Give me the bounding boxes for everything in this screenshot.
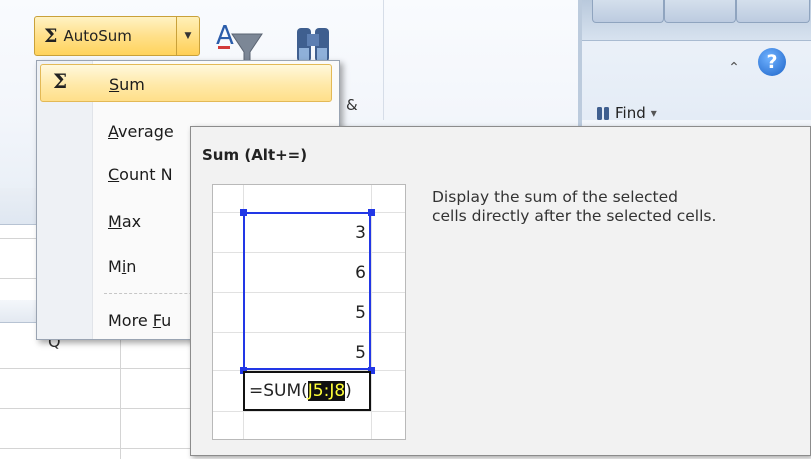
window-title-strip [582, 0, 811, 41]
window-control[interactable] [592, 0, 664, 23]
formula-range-ref: J5:J8 [307, 381, 346, 401]
window-control[interactable] [664, 0, 736, 23]
menu-item-label: More Fu [108, 311, 172, 330]
chevron-down-icon: ▼ [184, 31, 192, 41]
sigma-icon: Σ [44, 25, 58, 47]
autosum-label: AutoSum [63, 27, 132, 45]
selection-handle [368, 209, 375, 216]
cell-value: 6 [355, 263, 366, 283]
autosum-button[interactable]: Σ AutoSum [34, 16, 175, 56]
find-label: Find [615, 104, 646, 122]
menu-item-label: Average [108, 122, 174, 141]
formula-bar[interactable] [0, 188, 40, 225]
find-button[interactable]: Find ▾ [596, 100, 657, 126]
cell-value: 5 [355, 303, 366, 323]
selection-handle [240, 209, 247, 216]
autosum-dropdown-arrow[interactable]: ▼ [176, 16, 200, 56]
tooltip-description-line: cells directly after the selected cells. [432, 207, 717, 225]
sigma-icon: Σ [53, 69, 68, 93]
collapse-ribbon-icon[interactable]: ⌃ [724, 60, 744, 80]
help-icon[interactable]: ? [758, 48, 786, 76]
sum-formula-cell: =SUM(J5:J8) [243, 371, 371, 411]
menu-item-label: Min [108, 257, 137, 276]
sort-label-fragment: & [346, 96, 358, 114]
formula-suffix: ) [345, 381, 352, 401]
menu-item-sum[interactable]: Σ Sum [40, 64, 332, 102]
menu-item-label: Count N [108, 165, 173, 184]
tooltip-description: Display the sum of the selected cells di… [432, 188, 804, 226]
menu-item-label: Sum [109, 75, 145, 94]
chevron-down-icon: ▾ [650, 106, 657, 120]
ribbon-divider [383, 0, 384, 120]
cell-value: 5 [355, 343, 366, 363]
menu-item-label: Max [108, 212, 142, 231]
window-control[interactable] [736, 0, 810, 23]
tooltip-title: Sum (Alt+=) [202, 146, 308, 164]
binoculars-icon [597, 107, 609, 120]
formula-prefix: =SUM( [249, 381, 308, 401]
cell-value: 3 [355, 223, 366, 243]
tooltip-description-line: Display the sum of the selected [432, 188, 679, 206]
menu-icon-gutter [37, 61, 93, 339]
